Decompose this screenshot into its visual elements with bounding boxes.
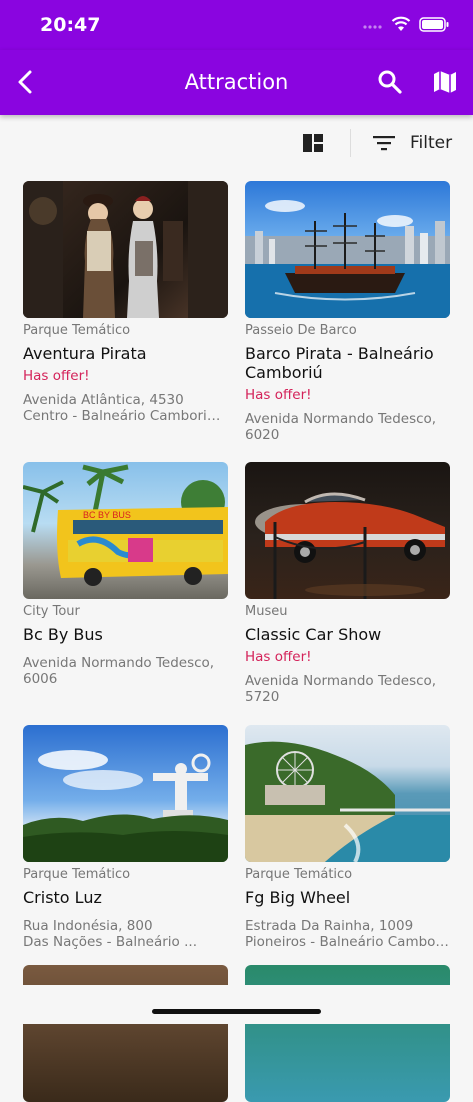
- offer-badge: Has offer!: [245, 387, 312, 403]
- attraction-address: Avenida Normando Tedesco, 6006: [23, 655, 228, 687]
- attraction-name: Barco Pirata - Balneário Camboriú: [245, 344, 434, 382]
- attraction-category: Museu: [245, 604, 288, 619]
- address-line-1: Avenida Normando Tedesco,: [23, 655, 215, 671]
- attraction-category: Passeio De Barco: [245, 323, 357, 338]
- address-line-2: Centro - Balneário Camboriú - ...: [23, 408, 228, 424]
- attraction-image: BC BY BUS: [23, 462, 228, 599]
- app-bar: Attraction: [0, 50, 473, 115]
- address-line-2: 5720: [245, 689, 280, 705]
- attraction-image: [245, 462, 450, 599]
- attraction-address: Rua Indonésia, 800 Das Nações - Balneári…: [23, 918, 228, 950]
- attraction-address: Avenida Atlântica, 4530 Centro - Balneár…: [23, 392, 228, 424]
- offer-badge: Has offer!: [245, 649, 312, 665]
- attraction-image: [245, 181, 450, 318]
- attraction-address: Avenida Normando Tedesco, 5720: [245, 673, 450, 705]
- search-icon[interactable]: [376, 68, 404, 96]
- attraction-category: Parque Temático: [23, 867, 131, 882]
- attraction-address: Estrada Da Rainha, 1009 Pioneiros - Baln…: [245, 918, 450, 950]
- battery-icon: [419, 16, 449, 32]
- attraction-category: Parque Temático: [245, 867, 353, 882]
- address-line-2: 6006: [23, 671, 58, 687]
- filter-button[interactable]: Filter: [372, 129, 452, 157]
- address-line-2: Pioneiros - Balneário Cambori...: [245, 934, 450, 950]
- address-line-2: 6020: [245, 427, 280, 443]
- attraction-card[interactable]: Parque Temático Aventura Pirata Has offe…: [23, 181, 228, 424]
- attraction-image: [245, 725, 450, 862]
- status-time: 20:47: [40, 14, 101, 36]
- list-toolbar: Filter: [0, 115, 473, 170]
- attraction-name: Cristo Luz: [23, 888, 102, 907]
- filter-icon: [373, 136, 395, 151]
- attraction-image: [23, 725, 228, 862]
- address-line-1: Rua Indonésia, 800: [23, 918, 153, 934]
- address-line-1: Estrada Da Rainha, 1009: [245, 918, 414, 934]
- address-line-1: Avenida Atlântica, 4530: [23, 392, 184, 408]
- filter-label: Filter: [410, 133, 453, 153]
- svg-text:BC BY BUS: BC BY BUS: [83, 510, 131, 520]
- attraction-category: Parque Temático: [23, 323, 131, 338]
- attraction-card[interactable]: Passeio De Barco Barco Pirata - Balneári…: [245, 181, 450, 443]
- home-indicator[interactable]: [152, 1009, 321, 1014]
- status-bar: 20:47: [0, 0, 473, 50]
- attraction-name: Classic Car Show: [245, 625, 382, 644]
- offer-badge: Has offer!: [23, 368, 90, 384]
- wifi-icon: [391, 16, 411, 31]
- status-icons: [363, 16, 449, 32]
- bottom-safe-area: [0, 985, 473, 1024]
- toolbar-divider: [350, 129, 351, 157]
- attraction-address: Avenida Normando Tedesco, 6020: [245, 411, 450, 443]
- attraction-image: [23, 181, 228, 318]
- attraction-card[interactable]: Museu Classic Car Show Has offer! Avenid…: [245, 462, 450, 705]
- attraction-card[interactable]: Parque Temático Fg Big Wheel Estrada Da …: [245, 725, 450, 950]
- attraction-category: City Tour: [23, 604, 80, 619]
- address-line-1: Avenida Normando Tedesco,: [245, 411, 437, 427]
- attraction-name: Fg Big Wheel: [245, 888, 351, 907]
- map-icon[interactable]: [431, 68, 459, 96]
- grid-view-icon[interactable]: [300, 130, 326, 156]
- address-line-1: Avenida Normando Tedesco,: [245, 673, 437, 689]
- attraction-card[interactable]: BC BY BUS City Tour Bc By Bus Avenida No…: [23, 462, 228, 687]
- attraction-name: Bc By Bus: [23, 625, 103, 644]
- cellular-icon: [363, 25, 382, 29]
- attraction-card[interactable]: Parque Temático Cristo Luz Rua Indonésia…: [23, 725, 228, 950]
- attraction-name: Aventura Pirata: [23, 344, 147, 363]
- address-line-2: Das Nações - Balneário ...: [23, 934, 197, 950]
